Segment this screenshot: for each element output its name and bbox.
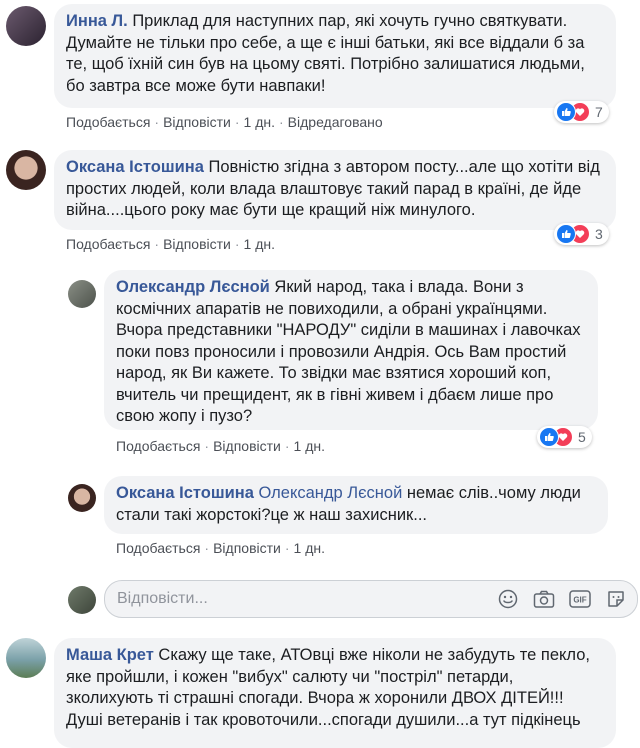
camera-icon[interactable]	[533, 588, 555, 610]
current-user-avatar	[68, 586, 96, 614]
timestamp[interactable]: 1 дн.	[294, 540, 325, 556]
reply-link[interactable]: Відповісти	[213, 540, 281, 556]
reply-link[interactable]: Відповісти	[213, 438, 281, 454]
gif-icon[interactable]: GIF	[569, 588, 591, 610]
comment-author[interactable]: Олександр Лєсной	[116, 278, 270, 296]
avatar[interactable]	[68, 280, 96, 308]
edited-label[interactable]: Відредаговано	[288, 114, 383, 130]
sticker-icon[interactable]	[605, 588, 627, 610]
comment-actions: Подобається · Відповісти · 1 дн.	[116, 438, 325, 454]
reactions-badge[interactable]: 7	[554, 101, 609, 123]
like-link[interactable]: Подобається	[116, 438, 200, 454]
comment-actions: Подобається · Відповісти · 1 дн.	[116, 540, 325, 556]
comment-bubble: Оксана Істошина Повністю згідна з авторо…	[54, 150, 616, 230]
comment-bubble: Оксана Істошина Олександр Лєсной немає с…	[104, 476, 608, 534]
reply-placeholder: Відповісти...	[117, 590, 208, 607]
comment-author[interactable]: Оксана Істошина	[66, 158, 204, 176]
reaction-count: 5	[578, 429, 586, 445]
like-link[interactable]: Подобається	[116, 540, 200, 556]
avatar[interactable]	[68, 484, 96, 512]
timestamp[interactable]: 1 дн.	[244, 236, 275, 252]
reactions-badge[interactable]: 5	[537, 426, 592, 448]
timestamp[interactable]: 1 дн.	[244, 114, 275, 130]
comment-mention[interactable]: Олександр Лєсной	[259, 484, 403, 502]
comment-text: Який народ, така і влада. Вони з космічн…	[116, 278, 581, 425]
comment-author[interactable]: Инна Л.	[66, 12, 128, 30]
like-link[interactable]: Подобається	[66, 114, 150, 130]
reactions-badge[interactable]: 3	[554, 223, 609, 245]
comment-bubble: Олександр Лєсной Який народ, така і влад…	[104, 270, 598, 430]
avatar[interactable]	[6, 638, 46, 678]
comment-actions: Подобається · Відповісти · 1 дн. · Відредагова…	[66, 114, 383, 130]
like-reaction-icon	[539, 427, 559, 447]
reaction-count: 7	[595, 104, 603, 120]
timestamp[interactable]: 1 дн.	[294, 438, 325, 454]
like-reaction-icon	[556, 102, 576, 122]
svg-text:GIF: GIF	[573, 596, 586, 605]
comment-author[interactable]: Оксана Істошина	[116, 484, 254, 502]
emoji-icon[interactable]	[497, 588, 519, 610]
reply-link[interactable]: Відповісти	[163, 114, 231, 130]
like-link[interactable]: Подобається	[66, 236, 150, 252]
avatar[interactable]	[6, 150, 46, 190]
comment-author[interactable]: Маша Крет	[66, 646, 154, 664]
comment-text: Приклад для наступних пар, які хочуть гу…	[66, 12, 585, 95]
reply-input[interactable]: Відповісти... GIF	[104, 580, 638, 618]
avatar[interactable]	[6, 6, 46, 46]
comment-bubble: Инна Л. Приклад для наступних пар, які х…	[54, 4, 616, 108]
reaction-count: 3	[595, 226, 603, 242]
comment-actions: Подобається · Відповісти · 1 дн.	[66, 236, 275, 252]
reply-link[interactable]: Відповісти	[163, 236, 231, 252]
like-reaction-icon	[556, 224, 576, 244]
